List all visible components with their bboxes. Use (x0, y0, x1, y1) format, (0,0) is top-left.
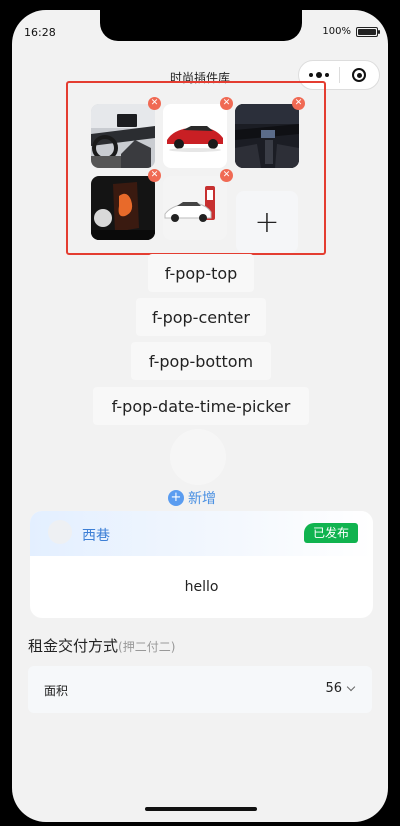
round-button[interactable] (170, 429, 226, 485)
plus-icon: + (254, 204, 280, 240)
field-label: 面积 (44, 684, 69, 698)
home-indicator (145, 807, 257, 811)
delete-image-4-icon[interactable]: ✕ (148, 169, 161, 182)
area-select-field[interactable]: 面积 56 (28, 666, 372, 713)
delete-image-3-icon[interactable]: ✕ (292, 97, 305, 110)
add-circle-icon: + (168, 490, 184, 506)
section-title: 租金交付方式(押二付二) (28, 635, 175, 656)
section-title-text: 租金交付方式 (28, 637, 119, 655)
status-right: 100% (322, 26, 380, 37)
pop-bottom-button[interactable]: f-pop-bottom (131, 342, 271, 380)
delete-image-5-icon[interactable]: ✕ (220, 169, 233, 182)
uploaded-image-2[interactable] (163, 104, 227, 168)
uploaded-image-1[interactable] (91, 104, 155, 168)
delete-image-2-icon[interactable]: ✕ (220, 97, 233, 110)
uploaded-image-5[interactable] (163, 176, 227, 240)
avatar (48, 520, 72, 544)
close-target-icon[interactable] (339, 68, 379, 82)
field-value-text: 56 (325, 681, 342, 696)
add-new-link[interactable]: + 新增 (168, 488, 216, 508)
field-value: 56 (325, 681, 356, 696)
more-icon[interactable] (299, 72, 339, 78)
info-card[interactable]: 西巷 已发布 hello (30, 511, 373, 618)
section-subtitle: (押二付二) (118, 640, 176, 654)
chevron-down-icon (346, 682, 356, 692)
status-time: 16:28 (24, 26, 56, 39)
battery-icon (356, 26, 380, 37)
add-image-button[interactable]: + (236, 191, 298, 253)
card-name: 西巷 (82, 528, 110, 544)
pop-date-time-picker-button[interactable]: f-pop-date-time-picker (93, 387, 309, 425)
phone-screen: 16:28 100% 时尚插件库 ✕ ✕ ✕ ✕ ✕ + f-pop-top f… (12, 10, 388, 822)
battery-percent: 100% (322, 26, 351, 37)
add-new-label: 新增 (188, 491, 216, 507)
pop-top-button[interactable]: f-pop-top (148, 254, 254, 292)
notch (100, 10, 302, 41)
status-badge: 已发布 (304, 523, 358, 543)
delete-image-1-icon[interactable]: ✕ (148, 97, 161, 110)
card-header: 西巷 已发布 (30, 511, 373, 556)
image-uploader: ✕ ✕ ✕ ✕ ✕ + (66, 81, 326, 255)
card-content: hello (184, 579, 219, 595)
pop-center-button[interactable]: f-pop-center (136, 298, 266, 336)
uploaded-image-3[interactable] (235, 104, 299, 168)
uploaded-image-4[interactable] (91, 176, 155, 240)
